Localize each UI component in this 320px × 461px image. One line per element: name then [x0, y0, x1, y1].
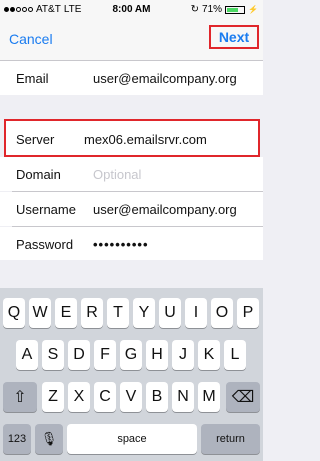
key-p[interactable]: P — [237, 298, 259, 328]
key-w[interactable]: W — [29, 298, 51, 328]
key-t[interactable]: T — [107, 298, 129, 328]
mic-key[interactable]: 🎙 — [35, 424, 63, 454]
key-e[interactable]: E — [55, 298, 77, 328]
shift-key[interactable]: ⇧ — [3, 382, 37, 412]
key-i[interactable]: I — [185, 298, 207, 328]
space-key[interactable]: space — [67, 424, 197, 454]
key-z[interactable]: Z — [42, 382, 64, 412]
username-value[interactable]: user@emailcompany.org — [93, 202, 237, 217]
key-k[interactable]: K — [198, 340, 220, 370]
key-a[interactable]: A — [16, 340, 38, 370]
key-l[interactable]: L — [224, 340, 246, 370]
password-value[interactable]: •••••••••• — [93, 237, 149, 252]
key-o[interactable]: O — [211, 298, 233, 328]
key-f[interactable]: F — [94, 340, 116, 370]
key-c[interactable]: C — [94, 382, 116, 412]
key-n[interactable]: N — [172, 382, 194, 412]
nav-bar: Cancel Next — [0, 20, 263, 61]
email-label: Email — [16, 71, 49, 86]
keyboard: Q W E R T Y U I O P A S D F G H J K L ⇧ … — [0, 288, 263, 461]
key-j[interactable]: J — [172, 340, 194, 370]
key-g[interactable]: G — [120, 340, 142, 370]
battery-percent: 71% — [202, 4, 223, 15]
key-r[interactable]: R — [81, 298, 103, 328]
next-button[interactable]: Next — [209, 25, 259, 49]
key-v[interactable]: V — [120, 382, 142, 412]
battery-icon — [225, 5, 246, 14]
numbers-key[interactable]: 123 — [3, 424, 31, 454]
server-label: Server — [16, 132, 55, 147]
domain-input[interactable]: Optional — [93, 167, 141, 182]
password-label: Password — [16, 237, 74, 252]
microphone-icon: 🎙 — [40, 431, 58, 446]
status-right: ↻ 71% ⚡ — [191, 4, 258, 15]
password-field[interactable]: Password •••••••••• — [0, 227, 263, 260]
server-value[interactable]: mex06.emailsrvr.com — [84, 132, 207, 147]
rotation-lock-icon: ↻ — [190, 4, 200, 15]
key-d[interactable]: D — [68, 340, 90, 370]
delete-key[interactable]: ⌫ — [226, 382, 260, 412]
email-field[interactable]: Email user@emailcompany.org — [0, 61, 263, 95]
server-field[interactable]: Server mex06.emailsrvr.com — [4, 119, 260, 157]
key-h[interactable]: H — [146, 340, 168, 370]
username-field[interactable]: Username user@emailcompany.org — [0, 192, 263, 226]
battery-fill — [227, 7, 239, 12]
domain-field[interactable]: Domain Optional — [0, 157, 263, 191]
key-b[interactable]: B — [146, 382, 168, 412]
key-q[interactable]: Q — [3, 298, 25, 328]
email-value[interactable]: user@emailcompany.org — [93, 71, 237, 86]
key-x[interactable]: X — [68, 382, 90, 412]
key-y[interactable]: Y — [133, 298, 155, 328]
cancel-button[interactable]: Cancel — [9, 31, 53, 47]
key-s[interactable]: S — [42, 340, 64, 370]
key-u[interactable]: U — [159, 298, 181, 328]
username-label: Username — [16, 202, 76, 217]
charging-icon: ⚡ — [248, 5, 258, 14]
status-bar: AT&T LTE 8:00 AM ↻ 71% ⚡ — [0, 0, 263, 20]
domain-label: Domain — [16, 167, 61, 182]
key-m[interactable]: M — [198, 382, 220, 412]
return-key[interactable]: return — [201, 424, 260, 454]
